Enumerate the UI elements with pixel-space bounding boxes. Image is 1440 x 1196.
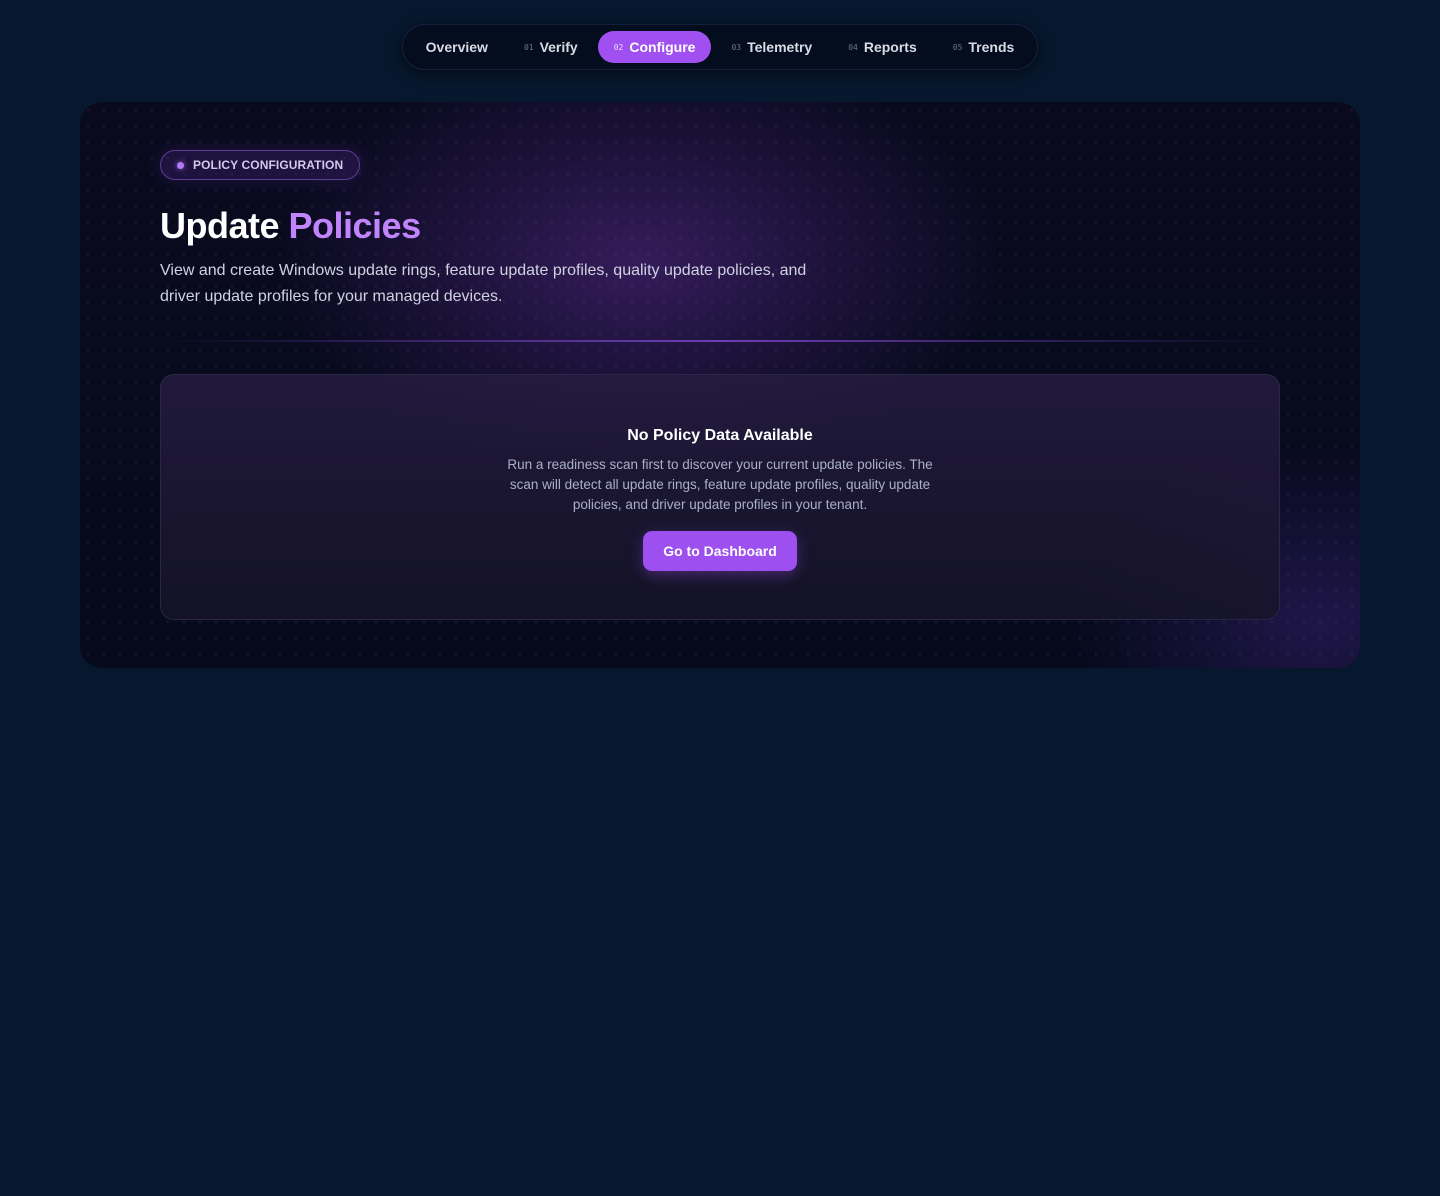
page-subtitle: View and create Windows update rings, fe… bbox=[160, 262, 807, 305]
page-title: Update Policies bbox=[160, 205, 421, 247]
nav-tab-label: Trends bbox=[968, 39, 1015, 55]
empty-state-card: No Policy Data Available Run a readiness… bbox=[160, 374, 1280, 620]
section-divider bbox=[160, 340, 1280, 342]
nav-tab-configure[interactable]: 02 Configure bbox=[597, 31, 712, 63]
section-badge: POLICY CONFIGURATION bbox=[160, 150, 361, 180]
badge-dot-icon bbox=[177, 161, 184, 169]
hero-panel: POLICY CONFIGURATION Update Policies Vie… bbox=[80, 102, 1360, 668]
nav-tab-number: 05 bbox=[952, 42, 963, 52]
nav-tab-telemetry[interactable]: 03 Telemetry bbox=[715, 31, 828, 63]
page-title-accent: Policies bbox=[288, 205, 422, 246]
go-to-dashboard-button[interactable]: Go to Dashboard bbox=[643, 531, 797, 571]
page-title-main: Update bbox=[160, 205, 280, 246]
badge-label: POLICY CONFIGURATION bbox=[193, 158, 344, 172]
top-nav-wrapper: Overview 01 Verify 02 Configure 03 Telem… bbox=[0, 24, 1440, 70]
nav-tab-number: 01 bbox=[523, 42, 534, 52]
nav-tab-number: 03 bbox=[731, 42, 742, 52]
nav-tab-reports[interactable]: 04 Reports bbox=[832, 31, 933, 63]
empty-state-title: No Policy Data Available bbox=[627, 427, 813, 444]
nav-tab-label: Configure bbox=[629, 39, 696, 55]
nav-tab-number: 04 bbox=[848, 42, 858, 52]
empty-state-text: Run a readiness scan first to discover y… bbox=[507, 457, 933, 512]
nav-tab-label: Telemetry bbox=[747, 39, 813, 55]
nav-tab-label: Overview bbox=[425, 39, 488, 55]
nav-tab-label: Verify bbox=[539, 39, 578, 55]
nav-tab-overview[interactable]: Overview bbox=[410, 31, 504, 63]
nav-tab-label: Reports bbox=[863, 39, 917, 55]
top-nav: Overview 01 Verify 02 Configure 03 Telem… bbox=[401, 24, 1039, 70]
nav-tab-verify[interactable]: 01 Verify bbox=[508, 31, 594, 63]
nav-tab-number: 02 bbox=[613, 42, 624, 52]
nav-tab-trends[interactable]: 05 Trends bbox=[937, 31, 1031, 63]
